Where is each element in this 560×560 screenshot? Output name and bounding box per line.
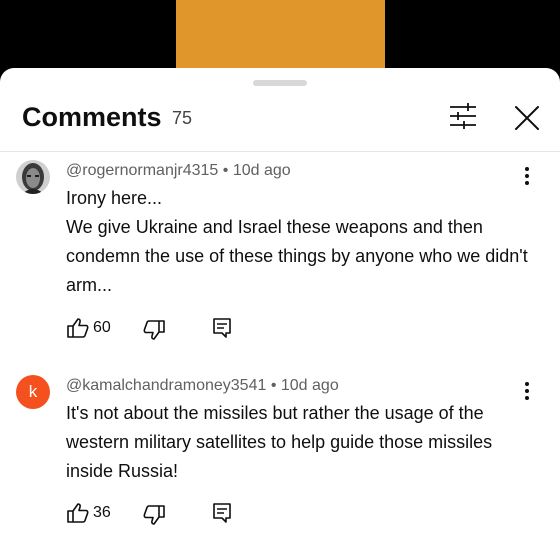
comment-meta: @kamalchandramoney3541 • 10d ago	[66, 377, 339, 395]
photo-avatar-icon	[16, 160, 50, 194]
thumbs-down-icon	[143, 320, 165, 340]
dislike-button[interactable]	[142, 503, 166, 527]
comment-item: @rogernormanjr4315 • 10d ago Irony here.…	[0, 160, 560, 350]
comment-text: Irony here... We give Ukraine and Israel…	[66, 188, 528, 295]
avatar[interactable]	[16, 160, 50, 194]
close-icon	[515, 106, 539, 130]
like-count: 60	[93, 319, 111, 336]
like-count: 36	[93, 504, 111, 521]
comment-author[interactable]: @rogernormanjr4315	[66, 162, 218, 179]
video-thumbnail[interactable]	[176, 0, 385, 75]
like-button[interactable]	[66, 501, 90, 525]
thumbs-up-icon	[67, 318, 89, 338]
comment-author[interactable]: @kamalchandramoney3541	[66, 377, 266, 394]
reply-button[interactable]	[210, 316, 234, 340]
sort-filter-button[interactable]	[446, 101, 480, 131]
thumbs-up-icon	[67, 503, 89, 523]
comment-actions: 36	[66, 501, 266, 527]
like-button[interactable]	[66, 316, 90, 340]
comment-item: k @kamalchandramoney3541 • 10d ago It's …	[0, 375, 560, 535]
avatar[interactable]: k	[16, 375, 50, 409]
comments-count: 75	[172, 108, 193, 128]
comments-header: Comments 75	[0, 68, 560, 152]
comment-text: It's not about the missiles but rather t…	[66, 403, 493, 481]
filter-icon	[450, 103, 476, 129]
close-button[interactable]	[512, 103, 542, 133]
meta-separator: •	[270, 377, 277, 394]
comment-actions: 60	[66, 316, 266, 342]
comments-title: Comments	[22, 102, 162, 132]
avatar-letter: k	[28, 382, 38, 401]
thumbs-down-icon	[143, 505, 165, 525]
meta-separator: •	[222, 162, 229, 179]
comment-time: 10d ago	[232, 162, 291, 179]
reply-comment-icon	[213, 503, 231, 523]
comment-meta: @rogernormanjr4315 • 10d ago	[66, 162, 291, 180]
comment-time: 10d ago	[280, 377, 339, 394]
reply-comment-icon	[213, 318, 231, 338]
reply-button[interactable]	[210, 501, 234, 525]
comments-sheet: Comments 75 @rogernormanjr4315 • 10d ago…	[0, 68, 560, 560]
dislike-button[interactable]	[142, 318, 166, 342]
